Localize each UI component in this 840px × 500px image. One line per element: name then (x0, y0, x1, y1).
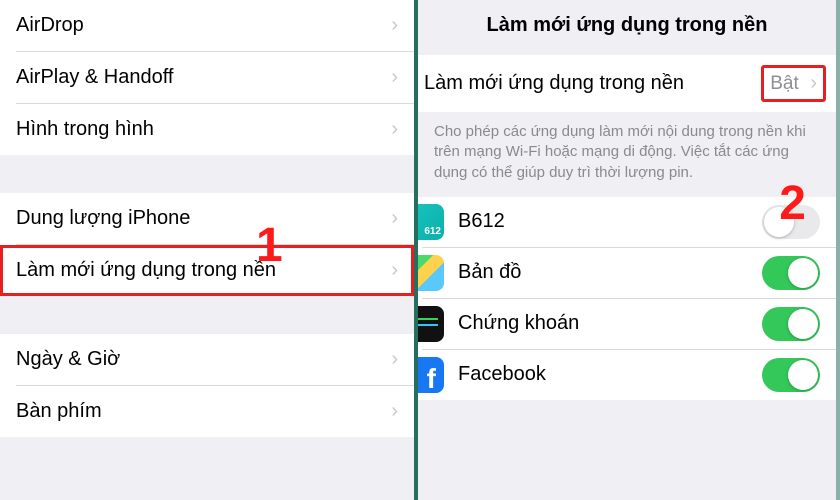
chevron-right-icon: › (804, 72, 817, 94)
stocks-app-icon (418, 306, 444, 342)
toggle-b612[interactable] (762, 205, 820, 239)
chevron-right-icon: › (385, 207, 398, 230)
chevron-right-icon: › (385, 14, 398, 37)
chevron-right-icon: › (385, 259, 398, 282)
row-label: Ngày & Giờ (16, 348, 385, 371)
row-label: Làm mới ứng dụng trong nền (424, 72, 767, 95)
settings-group: Dung lượng iPhone › Làm mới ứng dụng tro… (0, 193, 414, 296)
row-iphone-storage[interactable]: Dung lượng iPhone › (0, 193, 414, 244)
background-app-refresh-pane: Làm mới ứng dụng trong nền Làm mới ứng d… (418, 0, 836, 500)
row-keyboard[interactable]: Bàn phím › (0, 386, 414, 437)
row-label: Hình trong hình (16, 118, 385, 141)
app-label: Chứng khoán (458, 312, 762, 335)
row-date-time[interactable]: Ngày & Giờ › (0, 334, 414, 385)
chevron-right-icon: › (385, 400, 398, 423)
settings-group: Ngày & Giờ › Bàn phím › (0, 334, 414, 437)
app-label: B612 (458, 210, 762, 233)
chevron-right-icon: › (385, 118, 398, 141)
chevron-right-icon: › (385, 348, 398, 371)
row-label: AirDrop (16, 14, 385, 37)
row-value: Bật (770, 73, 799, 94)
app-row-facebook: Facebook (418, 350, 836, 400)
app-row-b612: B612 (418, 197, 836, 247)
toggle-maps[interactable] (762, 256, 820, 290)
row-label: Làm mới ứng dụng trong nền (16, 259, 385, 282)
row-label: Dung lượng iPhone (16, 207, 385, 230)
page-title: Làm mới ứng dụng trong nền (418, 0, 836, 55)
app-label: Bản đồ (458, 261, 762, 284)
master-toggle-group: Làm mới ứng dụng trong nền Bật › (418, 55, 836, 112)
row-background-app-refresh[interactable]: Làm mới ứng dụng trong nền › (0, 245, 414, 296)
maps-app-icon (418, 255, 444, 291)
row-label: Bàn phím (16, 400, 385, 423)
app-label: Facebook (458, 363, 762, 386)
group-gap (0, 296, 414, 334)
facebook-app-icon (418, 357, 444, 393)
chevron-right-icon: › (385, 66, 398, 89)
row-label: AirPlay & Handoff (16, 66, 385, 89)
toggle-facebook[interactable] (762, 358, 820, 392)
toggle-stocks[interactable] (762, 307, 820, 341)
row-picture-in-picture[interactable]: Hình trong hình › (0, 104, 414, 155)
annotation-highlight-box: Bật › (761, 65, 826, 102)
section-footer-text: Cho phép các ứng dụng làm mới nội dung t… (418, 112, 836, 197)
row-airdrop[interactable]: AirDrop › (0, 0, 414, 51)
row-airplay-handoff[interactable]: AirPlay & Handoff › (0, 52, 414, 103)
row-background-refresh-master[interactable]: Làm mới ứng dụng trong nền Bật › (418, 55, 836, 112)
b612-app-icon (418, 204, 444, 240)
group-gap (0, 155, 414, 193)
app-row-stocks: Chứng khoán (418, 299, 836, 349)
app-list: B612 Bản đồ Chứng khoán Facebook (418, 197, 836, 400)
settings-group: AirDrop › AirPlay & Handoff › Hình trong… (0, 0, 414, 155)
app-row-maps: Bản đồ (418, 248, 836, 298)
general-settings-pane: AirDrop › AirPlay & Handoff › Hình trong… (0, 0, 418, 500)
